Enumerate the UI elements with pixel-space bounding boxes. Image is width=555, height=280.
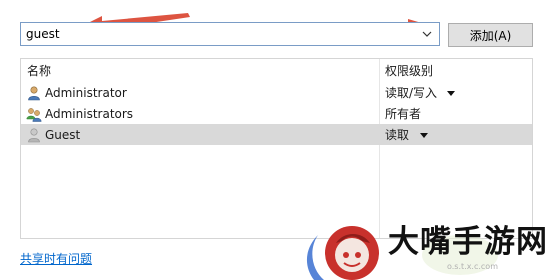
chevron-down-icon[interactable]: [418, 23, 436, 45]
user-search-combobox[interactable]: [20, 22, 440, 46]
guest-user-icon: [26, 127, 42, 143]
user-icon: [26, 85, 42, 101]
table-header: 名称 权限级别: [21, 59, 532, 81]
group-icon: [26, 106, 42, 122]
column-header-name[interactable]: 名称: [27, 64, 51, 78]
user-name: Administrators: [45, 107, 134, 121]
sharing-help-link[interactable]: 共享时有问题: [20, 252, 92, 266]
user-name: Guest: [45, 128, 81, 142]
column-header-permission[interactable]: 权限级别: [385, 64, 433, 78]
dropdown-arrow-icon[interactable]: [419, 128, 429, 142]
table-row[interactable]: Administrator 读取/写入: [21, 82, 532, 103]
table-row[interactable]: Guest 读取: [21, 124, 532, 145]
add-button[interactable]: 添加(A): [448, 23, 533, 47]
table-row[interactable]: Administrators 所有者: [21, 103, 532, 124]
user-search-input[interactable]: [21, 23, 417, 45]
dropdown-arrow-icon[interactable]: [446, 86, 456, 100]
watermark-text: 大嘴手游网: [388, 224, 548, 260]
watermark-url: o.s.t.x.c.com: [447, 262, 498, 271]
permission-level[interactable]: 读取/写入: [385, 86, 437, 100]
permission-level[interactable]: 读取: [385, 128, 409, 142]
permission-level: 所有者: [385, 107, 422, 121]
user-name: Administrator: [45, 86, 127, 100]
